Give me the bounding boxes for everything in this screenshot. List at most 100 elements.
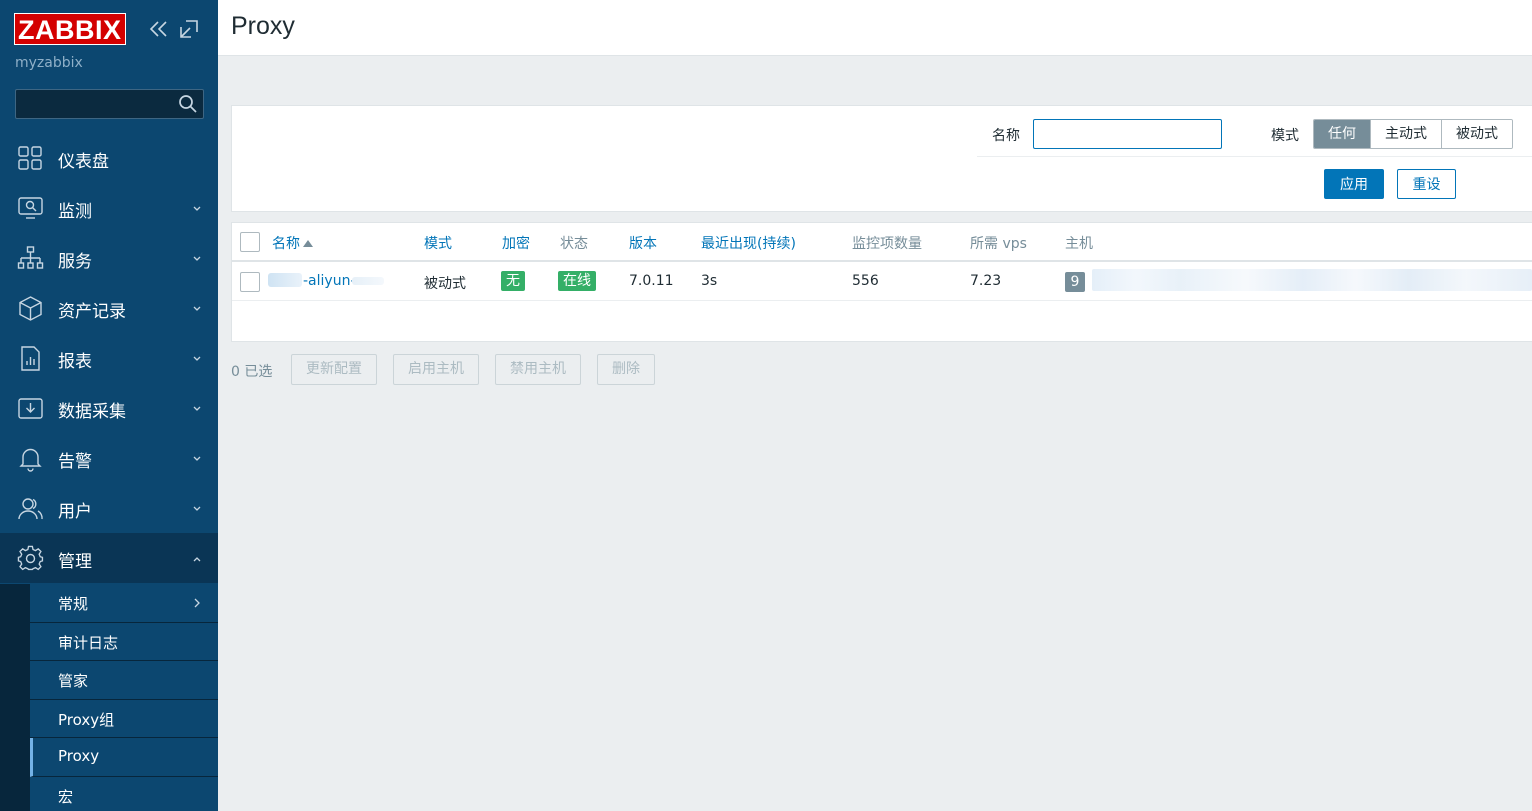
encryption-badge: 无 (501, 271, 525, 291)
submenu-item-proxy-groups[interactable]: Proxy组 (30, 699, 218, 738)
filter-name-label: 名称 (992, 128, 1020, 144)
submenu-label: Proxy (58, 747, 100, 765)
chevron-down-icon (193, 406, 201, 411)
collapse-sidebar-button[interactable] (148, 18, 170, 40)
proxy-version: 7.0.11 (629, 273, 674, 289)
chevron-down-icon (193, 206, 201, 211)
column-encryption[interactable]: 加密 (502, 233, 530, 253)
logo-row: ZABBIX (14, 13, 210, 45)
redacted-name-suffix (352, 277, 384, 285)
menu-label: 用户 (58, 502, 92, 522)
filter-name-input[interactable] (1033, 119, 1222, 149)
sidebar: ZABBIX myzabbix 仪表盘 监测 服务 资产记录 报表 数据采集 告… (0, 0, 218, 811)
menu-item-users[interactable]: 用户 (0, 483, 218, 533)
submenu-item-macros[interactable]: 宏 (30, 776, 218, 811)
delete-button[interactable]: 删除 (597, 354, 655, 385)
bell-icon (19, 448, 42, 472)
column-name[interactable]: 名称 (272, 233, 313, 253)
chevron-up-icon (193, 557, 201, 562)
enable-hosts-button[interactable]: 启用主机 (393, 354, 479, 385)
menu-label: 监测 (58, 202, 92, 222)
chevron-right-icon (194, 598, 200, 608)
instance-name: myzabbix (15, 55, 83, 71)
submenu-item-housekeeping[interactable]: 管家 (30, 661, 218, 700)
column-name-label: 名称 (272, 236, 300, 252)
chevron-down-icon (193, 356, 201, 361)
chevron-down-icon (193, 256, 201, 261)
menu-item-data-collection[interactable]: 数据采集 (0, 383, 218, 433)
submenu-label: 管家 (58, 672, 89, 690)
reports-icon (21, 346, 40, 371)
data-collection-icon (18, 398, 43, 419)
page-title: Proxy (231, 12, 295, 40)
menu-item-services[interactable]: 服务 (0, 233, 218, 283)
menu-item-dashboard[interactable]: 仪表盘 (0, 133, 218, 183)
submenu-item-general[interactable]: 常规 (30, 584, 218, 623)
column-last-seen[interactable]: 最近出现(持续) (701, 233, 796, 253)
row-checkbox[interactable] (240, 272, 260, 292)
column-hosts: 主机 (1065, 236, 1093, 252)
double-chevron-left-icon (149, 21, 167, 37)
column-mode[interactable]: 模式 (424, 233, 452, 253)
monitoring-icon (18, 197, 43, 219)
filter-mode-segmented: 任何 主动式 被动式 (1313, 119, 1513, 149)
zabbix-logo[interactable]: ZABBIX (14, 13, 126, 45)
sidebar-search-input[interactable] (16, 90, 176, 118)
proxy-name-link[interactable]: -aliyun- (303, 273, 356, 289)
filter-panel: 名称 模式 任何 主动式 被动式 应用 重设 (231, 105, 1532, 212)
column-version[interactable]: 版本 (629, 233, 657, 253)
refresh-config-button[interactable]: 更新配置 (291, 354, 377, 385)
menu-label: 资产记录 (58, 302, 126, 322)
proxy-mode: 被动式 (424, 276, 466, 292)
menu-item-inventory[interactable]: 资产记录 (0, 283, 218, 333)
submenu-label: 审计日志 (58, 633, 119, 652)
filter-divider (977, 156, 1532, 157)
menu-item-alerts[interactable]: 告警 (0, 433, 218, 483)
reset-button[interactable]: 重设 (1397, 169, 1456, 199)
column-item-count: 监控项数量 (852, 236, 922, 252)
submenu-label: 宏 (58, 787, 74, 806)
mode-option-any[interactable]: 任何 (1314, 120, 1370, 148)
menu-item-reports[interactable]: 报表 (0, 333, 218, 383)
select-all-checkbox[interactable] (240, 232, 260, 252)
menu-label: 管理 (58, 552, 92, 572)
administration-submenu: 常规 审计日志 管家 Proxy组 Proxy 宏 (0, 584, 218, 811)
chevron-down-icon (193, 506, 201, 511)
page-header: Proxy (218, 0, 1532, 56)
users-icon (18, 498, 43, 520)
table-header: 名称 模式 加密 状态 版本 最近出现(持续) 监控项数量 所需 vps 主机 (232, 223, 1532, 262)
menu-item-monitoring[interactable]: 监测 (0, 183, 218, 233)
submenu-item-proxy[interactable]: Proxy (30, 738, 218, 777)
hide-sidebar-icon (180, 20, 198, 38)
menu-label: 告警 (58, 452, 92, 472)
chevron-down-icon (193, 456, 201, 461)
search-icon[interactable] (178, 94, 198, 114)
column-required-vps: 所需 vps (970, 236, 1027, 252)
apply-button[interactable]: 应用 (1324, 169, 1384, 199)
mode-option-passive[interactable]: 被动式 (1441, 120, 1512, 148)
hide-sidebar-button[interactable] (178, 18, 200, 40)
filter-mode-label: 模式 (1271, 128, 1299, 144)
submenu-label: 常规 (58, 595, 89, 613)
submenu-label: Proxy组 (58, 710, 115, 729)
menu-label: 仪表盘 (58, 152, 109, 172)
inventory-icon (19, 296, 42, 321)
selected-count: 0 已选 (231, 364, 273, 380)
menu-label: 服务 (58, 252, 92, 272)
sidebar-search (15, 89, 204, 119)
gear-icon (17, 545, 44, 571)
menu-item-administration[interactable]: 管理 (0, 533, 218, 583)
redacted-host-list (1092, 269, 1532, 291)
disable-hosts-button[interactable]: 禁用主机 (495, 354, 581, 385)
mode-option-active[interactable]: 主动式 (1370, 120, 1441, 148)
dashboard-icon (18, 146, 42, 170)
host-count-badge: 9 (1065, 272, 1085, 292)
redacted-name-prefix (268, 273, 302, 287)
services-icon (17, 246, 44, 269)
table-row: -aliyun- 被动式 无 在线 7.0.11 3s 556 7.23 9 (232, 262, 1532, 301)
required-vps: 7.23 (970, 273, 1002, 289)
state-badge: 在线 (558, 271, 596, 291)
item-count: 556 (852, 273, 879, 289)
submenu-item-audit-log[interactable]: 审计日志 (30, 622, 218, 661)
column-state: 状态 (560, 236, 588, 252)
